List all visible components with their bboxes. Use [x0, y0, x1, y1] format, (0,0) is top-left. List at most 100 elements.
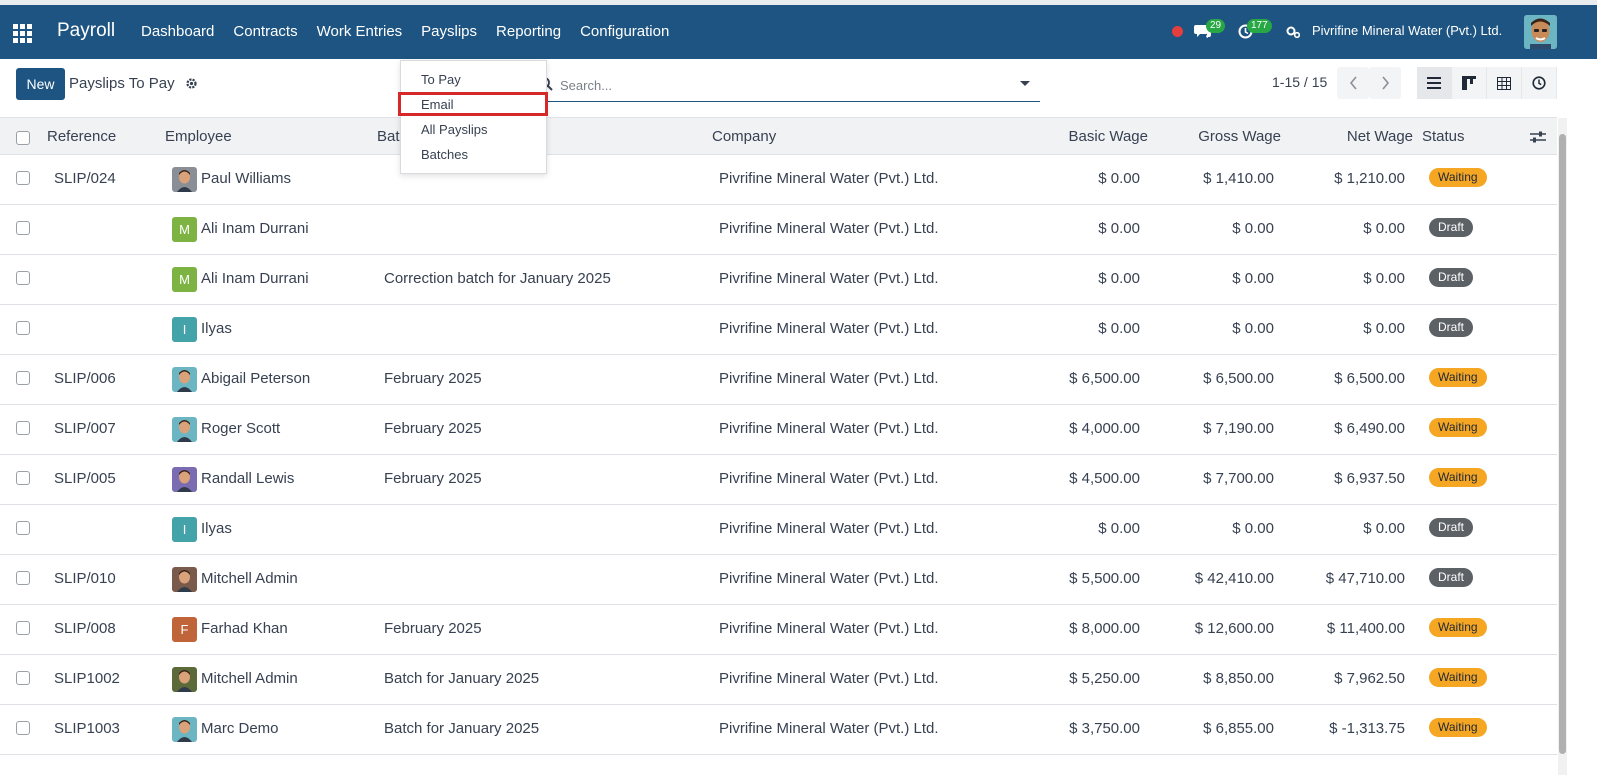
cell-gross-wage: $ 6,500.00: [1203, 370, 1274, 387]
status-badge: Waiting: [1429, 368, 1487, 387]
cell-basic-wage: $ 4,000.00: [1069, 420, 1140, 437]
pager-value[interactable]: 1-15 / 15: [1272, 74, 1327, 90]
cell-company: Pivrifine Mineral Water (Pvt.) Ltd.: [719, 370, 939, 387]
select-all-checkbox[interactable]: [16, 131, 30, 145]
cell-basic-wage: $ 5,500.00: [1069, 570, 1140, 587]
cell-company: Pivrifine Mineral Water (Pvt.) Ltd.: [719, 270, 939, 287]
cell-basic-wage: $ 0.00: [1098, 220, 1140, 237]
cell-company: Pivrifine Mineral Water (Pvt.) Ltd.: [719, 720, 939, 737]
menu-reporting[interactable]: Reporting: [496, 23, 561, 40]
new-button[interactable]: New: [16, 68, 65, 100]
dropdown-item-batches[interactable]: Batches: [421, 147, 468, 162]
table-row[interactable]: M Ali Inam Durrani Pivrifine Mineral Water…: [0, 205, 1557, 255]
table-row[interactable]: I Ilyas Pivrifine Mineral Water (Pvt.) Ltd…: [0, 505, 1557, 555]
row-checkbox[interactable]: [16, 521, 30, 535]
table-row[interactable]: M Ali Inam Durrani Correction batch for Ja…: [0, 255, 1557, 305]
employee-avatar: [172, 717, 197, 742]
row-checkbox[interactable]: [16, 671, 30, 685]
search-input[interactable]: [560, 74, 1000, 96]
app-name[interactable]: Payroll: [57, 20, 115, 42]
cell-employee: Abigail Peterson: [201, 370, 311, 387]
row-checkbox[interactable]: [16, 421, 30, 435]
row-checkbox[interactable]: [16, 621, 30, 635]
row-checkbox[interactable]: [16, 221, 30, 235]
cell-employee: Ilyas: [201, 520, 232, 537]
pager-previous-button[interactable]: [1337, 67, 1369, 99]
header-net-wage[interactable]: Net Wage: [1347, 128, 1413, 145]
status-badge: Waiting: [1429, 168, 1487, 187]
list-icon: [1427, 77, 1441, 89]
table-row[interactable]: SLIP/006 Abigail Peterson February 2025 Piv…: [0, 355, 1557, 405]
dropdown-item-all-payslips[interactable]: All Payslips: [421, 122, 487, 137]
cell-net-wage: $ 1,210.00: [1334, 170, 1405, 187]
clock-icon: [1532, 76, 1546, 90]
company-name[interactable]: Pivrifine Mineral Water (Pvt.) Ltd.: [1312, 23, 1502, 38]
gear-icon[interactable]: [185, 77, 198, 90]
status-dot-icon[interactable]: [1172, 26, 1183, 37]
header-basic-wage[interactable]: Basic Wage: [1069, 128, 1148, 145]
chevron-left-icon: [1349, 76, 1357, 90]
employee-avatar: [172, 567, 197, 592]
vertical-scrollbar[interactable]: [1558, 118, 1567, 775]
company-switch-icon[interactable]: [1286, 25, 1300, 39]
activity-view-button[interactable]: [1522, 67, 1557, 99]
pivot-view-button[interactable]: [1487, 67, 1522, 99]
list-view-button[interactable]: [1417, 67, 1452, 99]
cell-gross-wage: $ 6,855.00: [1203, 720, 1274, 737]
cell-net-wage: $ 6,490.00: [1334, 420, 1405, 437]
dropdown-item-to-pay[interactable]: To Pay: [421, 72, 461, 87]
cell-basic-wage: $ 8,000.00: [1069, 620, 1140, 637]
table-row[interactable]: SLIP/008 F Farhad Khan February 2025 Pivrifi…: [0, 605, 1557, 655]
header-status[interactable]: Status: [1422, 128, 1465, 145]
menu-configuration[interactable]: Configuration: [580, 23, 669, 40]
cell-net-wage: $ 6,937.50: [1334, 470, 1405, 487]
cell-employee: Roger Scott: [201, 420, 281, 437]
row-checkbox[interactable]: [16, 321, 30, 335]
row-checkbox[interactable]: [16, 571, 30, 585]
search-bar: [538, 70, 1040, 102]
kanban-icon: [1462, 76, 1476, 90]
cell-basic-wage: $ 0.00: [1098, 270, 1140, 287]
menu-contracts[interactable]: Contracts: [233, 23, 297, 40]
cell-net-wage: $ 47,710.00: [1325, 570, 1405, 587]
row-checkbox[interactable]: [16, 171, 30, 185]
cell-employee: Mitchell Admin: [201, 670, 298, 687]
row-checkbox[interactable]: [16, 471, 30, 485]
header-gross-wage[interactable]: Gross Wage: [1198, 128, 1281, 145]
cell-net-wage: $ 7,962.50: [1334, 670, 1405, 687]
status-badge: Waiting: [1429, 668, 1487, 687]
cell-gross-wage: $ 0.00: [1232, 220, 1274, 237]
kanban-view-button[interactable]: [1452, 67, 1487, 99]
menu-work-entries[interactable]: Work Entries: [317, 23, 403, 40]
table-row[interactable]: SLIP1003 Marc Demo Batch for January 2025 P…: [0, 705, 1557, 755]
header-reference[interactable]: Reference: [47, 128, 116, 145]
search-options-toggle-icon[interactable]: [1020, 81, 1030, 86]
cell-employee: Marc Demo: [201, 720, 279, 737]
cell-batch: Batch for January 2025: [384, 720, 540, 737]
table-row[interactable]: SLIP/024 Paul Williams Pivrifine Mineral W…: [0, 155, 1557, 205]
cell-basic-wage: $ 0.00: [1098, 520, 1140, 537]
status-badge: Draft: [1429, 568, 1474, 587]
menu-payslips[interactable]: Payslips: [421, 23, 477, 40]
apps-grid-icon[interactable]: [13, 24, 33, 43]
employee-avatar: [172, 467, 197, 492]
menu-dashboard[interactable]: Dashboard: [141, 23, 214, 40]
header-batch[interactable]: Bat: [377, 128, 400, 145]
row-checkbox[interactable]: [16, 371, 30, 385]
header-employee[interactable]: Employee: [165, 128, 232, 145]
pager-next-button[interactable]: [1369, 67, 1401, 99]
employee-avatar: I: [172, 317, 197, 342]
user-avatar[interactable]: [1524, 15, 1557, 49]
cell-employee: Ali Inam Durrani: [201, 270, 309, 287]
header-company[interactable]: Company: [712, 128, 776, 145]
table-row[interactable]: I Ilyas Pivrifine Mineral Water (Pvt.) Ltd…: [0, 305, 1557, 355]
table-row[interactable]: SLIP/007 Roger Scott February 2025 Pivrifin…: [0, 405, 1557, 455]
table-row[interactable]: SLIP/005 Randall Lewis February 2025 Pivrif…: [0, 455, 1557, 505]
table-row[interactable]: SLIP1002 Mitchell Admin Batch for January …: [0, 655, 1557, 705]
row-checkbox[interactable]: [16, 721, 30, 735]
cell-net-wage: $ 0.00: [1363, 320, 1405, 337]
table-row[interactable]: SLIP/010 Mitchell Admin Pivrifine Mineral …: [0, 555, 1557, 605]
row-checkbox[interactable]: [16, 271, 30, 285]
column-options-icon[interactable]: [1530, 130, 1546, 144]
cell-batch: Batch for January 2025: [384, 670, 540, 687]
